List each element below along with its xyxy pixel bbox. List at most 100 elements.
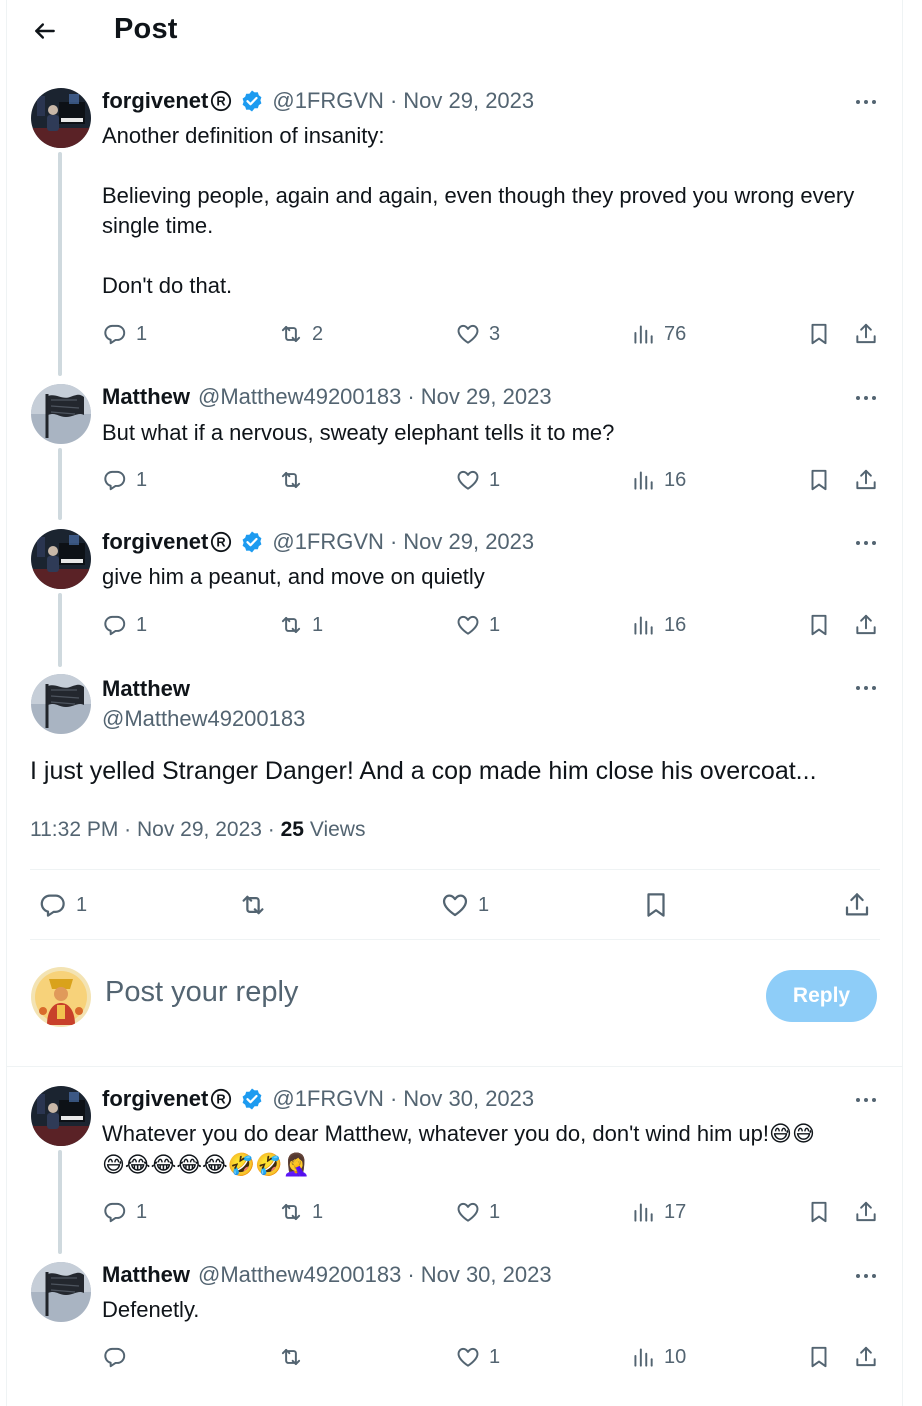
author-name[interactable]: Matthew	[102, 1262, 190, 1288]
separator-dot: ·	[267, 818, 281, 841]
reply-count: 1	[136, 468, 148, 491]
like-button[interactable]: 1	[455, 609, 500, 641]
more-icon[interactable]	[850, 388, 882, 408]
post-date[interactable]: Nov 30, 2023	[403, 1086, 534, 1112]
repost-icon	[278, 321, 304, 347]
bookmark-button[interactable]	[806, 464, 832, 496]
views-button[interactable]: 17	[630, 1196, 686, 1228]
bookmark-button[interactable]	[641, 889, 671, 921]
post-date[interactable]: Nov 29, 2023	[403, 88, 534, 114]
separator-dot: ·	[407, 384, 415, 409]
bookmark-icon	[806, 1199, 832, 1225]
author-handle[interactable]: @1FRGVN	[272, 1086, 384, 1112]
like-count: 1	[489, 1200, 501, 1223]
repost-icon	[278, 612, 304, 638]
author-name[interactable]: forgivenet	[102, 88, 208, 114]
repost-button[interactable]: 1	[278, 1196, 323, 1228]
separator-dot: ·	[407, 1262, 415, 1287]
views-count: 16	[664, 468, 687, 491]
verified-badge-icon[interactable]	[240, 530, 264, 554]
post-date[interactable]: Nov 29, 2023	[421, 384, 552, 410]
reply-count: 1	[136, 613, 148, 636]
author-name[interactable]: forgivenet	[102, 529, 208, 555]
repost-button[interactable]	[278, 464, 312, 496]
back-button[interactable]	[28, 14, 62, 48]
more-icon[interactable]	[850, 1090, 882, 1110]
post-text: Defenetly.	[102, 1297, 200, 1322]
post-time[interactable]: 11:32 PM	[30, 818, 118, 841]
views-button[interactable]: 16	[630, 464, 686, 496]
share-button[interactable]	[853, 1196, 879, 1228]
bookmark-button[interactable]	[806, 318, 832, 350]
repost-button[interactable]	[278, 1341, 312, 1373]
bookmark-button[interactable]	[806, 1196, 832, 1228]
reply-button[interactable]: 1	[38, 889, 87, 921]
author-handle[interactable]: @Matthew49200183	[198, 384, 401, 410]
author-handle[interactable]: @Matthew49200183	[102, 706, 305, 732]
like-button[interactable]: 1	[455, 1341, 500, 1373]
bookmark-icon	[806, 321, 832, 347]
bookmark-icon	[806, 467, 832, 493]
action-bar: 1 10	[0, 1341, 922, 1373]
author-handle[interactable]: @Matthew49200183	[198, 1262, 401, 1288]
bookmark-button[interactable]	[806, 1341, 832, 1373]
separator-dot: ·	[124, 818, 137, 841]
verified-badge-icon[interactable]	[240, 1087, 264, 1111]
reply-input[interactable]: Post your reply	[105, 976, 298, 1009]
registered-icon	[210, 90, 232, 112]
like-button[interactable]: 3	[455, 318, 500, 350]
reply-button[interactable]	[102, 1341, 136, 1373]
share-button[interactable]	[853, 1341, 879, 1373]
views-button[interactable]: 76	[630, 318, 686, 350]
views-button[interactable]: 10	[630, 1341, 686, 1373]
author-handle[interactable]: @1FRGVN	[272, 88, 384, 114]
like-icon	[455, 1344, 481, 1370]
avatar[interactable]	[31, 384, 91, 444]
author-name[interactable]: Matthew	[102, 676, 190, 702]
share-icon	[853, 612, 879, 638]
more-icon[interactable]	[850, 1266, 882, 1286]
reply-button[interactable]: 1	[102, 609, 147, 641]
post-timestamp: 11:32 PM · Nov 29, 2023 · 25 Views	[30, 818, 365, 842]
avatar[interactable]	[31, 674, 91, 734]
author-name[interactable]: Matthew	[102, 384, 190, 410]
views-button[interactable]: 16	[630, 609, 686, 641]
avatar[interactable]	[31, 529, 91, 589]
verified-badge-icon[interactable]	[240, 89, 264, 113]
reply-button[interactable]: 1	[102, 318, 147, 350]
share-button[interactable]	[853, 609, 879, 641]
like-icon	[440, 890, 470, 920]
share-button[interactable]	[853, 464, 879, 496]
more-icon[interactable]	[850, 533, 882, 553]
author-name[interactable]: forgivenet	[102, 1086, 208, 1112]
views-count: 25	[280, 818, 304, 841]
like-button[interactable]: 1	[440, 889, 489, 921]
repost-button[interactable]: 2	[278, 318, 323, 350]
repost-button[interactable]	[238, 889, 276, 921]
avatar[interactable]	[31, 88, 91, 148]
avatar[interactable]	[31, 967, 91, 1027]
share-button[interactable]	[853, 318, 879, 350]
reply-icon	[38, 890, 68, 920]
like-button[interactable]: 1	[455, 464, 500, 496]
repost-button[interactable]: 1	[278, 609, 323, 641]
post-date[interactable]: Nov 29, 2023	[403, 529, 534, 555]
author-handle[interactable]: @1FRGVN	[272, 529, 384, 555]
more-icon[interactable]	[850, 678, 882, 698]
more-icon[interactable]	[850, 92, 882, 112]
share-button[interactable]	[842, 889, 872, 921]
post-date[interactable]: Nov 30, 2023	[421, 1262, 552, 1288]
reply-submit-button[interactable]: Reply	[766, 970, 877, 1022]
reply-button[interactable]: 1	[102, 1196, 147, 1228]
views-icon	[630, 1199, 656, 1225]
bookmark-button[interactable]	[806, 609, 832, 641]
separator-dot: ·	[389, 529, 398, 554]
bookmark-icon	[806, 1344, 832, 1370]
avatar[interactable]	[31, 1262, 91, 1322]
like-icon	[455, 612, 481, 638]
avatar[interactable]	[31, 1086, 91, 1146]
like-count: 1	[478, 893, 490, 916]
post-date[interactable]: Nov 29, 2023	[137, 818, 262, 841]
like-button[interactable]: 1	[455, 1196, 500, 1228]
reply-button[interactable]: 1	[102, 464, 147, 496]
